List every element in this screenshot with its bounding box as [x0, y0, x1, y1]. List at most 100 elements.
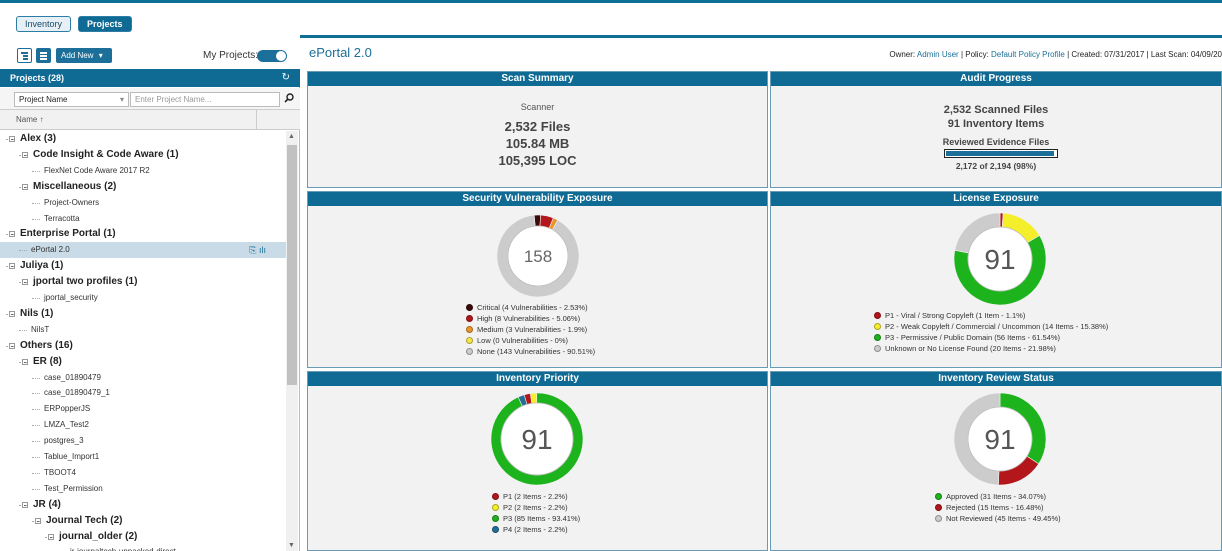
scrollbar-thumb[interactable]: [287, 145, 297, 385]
legend-item: Approved (31 Items - 34.07%): [935, 491, 1061, 502]
legend-dot-icon: [492, 493, 499, 500]
row-action-icons[interactable]: ⎘ ılı: [249, 242, 266, 258]
donut-total: 158: [524, 247, 552, 266]
tree-node-label: journal_older (2): [59, 530, 138, 542]
tree-project-node[interactable]: jr-journaltech-unpacked-direct: [0, 544, 286, 551]
collapse-icon[interactable]: [22, 501, 28, 508]
legend-label: Medium (3 Vulnerabilities - 1.9%): [477, 325, 588, 334]
search-icon[interactable]: [284, 93, 294, 106]
tree-group-node[interactable]: Code Insight & Code Aware (1): [0, 147, 286, 163]
tree-project-node[interactable]: Test_Permission: [0, 481, 286, 497]
collapse-icon[interactable]: [22, 279, 28, 286]
tree-project-node[interactable]: Tablue_Import1: [0, 449, 286, 465]
legend-item: P4 (2 Items - 2.2%): [492, 524, 580, 535]
collapse-icon[interactable]: [22, 358, 28, 365]
tree-project-node[interactable]: TBOOT4: [0, 465, 286, 481]
legend-dot-icon: [935, 493, 942, 500]
reviewed-progress-bar: [944, 149, 1058, 158]
legend-dot-icon: [466, 304, 473, 311]
owner-label: Owner:: [889, 50, 917, 59]
tree-node-label: ePortal 2.0: [31, 245, 70, 255]
collapse-icon[interactable]: [9, 136, 15, 142]
tree-node-label: Miscellaneous (2): [33, 180, 117, 192]
license-title: License Exposure: [771, 192, 1221, 206]
tree-group-node[interactable]: Juliya (1): [0, 258, 286, 274]
priority-legend: P1 (2 Items - 2.2%) P2 (2 Items - 2.2%) P3…: [492, 491, 580, 535]
audit-progress-panel: Audit Progress 2,532 Scanned Files 91 In…: [770, 71, 1222, 188]
policy-link[interactable]: Default Policy Profile: [991, 50, 1065, 59]
tree-node-label: Nils (1): [20, 307, 54, 319]
tree-group-node[interactable]: Miscellaneous (2): [0, 179, 286, 195]
tree-view-button[interactable]: [17, 48, 32, 63]
tree-connector: [32, 377, 40, 379]
scroll-down-icon[interactable]: ▼: [288, 542, 295, 549]
tree-group-node[interactable]: Enterprise Portal (1): [0, 226, 286, 242]
collapse-icon[interactable]: [9, 231, 15, 238]
refresh-icon[interactable]: ↻: [282, 69, 290, 87]
name-column-header[interactable]: Name ↑: [0, 110, 300, 130]
project-name-input[interactable]: Enter Project Name...: [130, 92, 280, 107]
tree-node-label: Enterprise Portal (1): [20, 228, 116, 240]
security-panel: Security Vulnerability Exposure 158 Crit…: [307, 191, 768, 368]
list-view-button[interactable]: [36, 48, 51, 63]
tree-group-node[interactable]: Alex (3): [0, 131, 286, 147]
tree-node-label: ERPopperJS: [44, 404, 91, 414]
tree-project-node[interactable]: postgres_3: [0, 433, 286, 449]
tree-group-node[interactable]: Nils (1): [0, 306, 286, 322]
reviewed-count: 2,172 of 2,194 (98%): [955, 161, 1037, 171]
tree-scrollbar[interactable]: ▲ ▼: [286, 131, 298, 551]
tree-node-label: case_01890479: [44, 372, 101, 382]
tree-connector: [32, 457, 40, 458]
tree-project-node[interactable]: NilsT: [0, 322, 286, 338]
my-projects-label: My Projects:: [203, 50, 259, 61]
filter-row: Project Name ▾ Enter Project Name...: [0, 88, 300, 110]
tree-project-node[interactable]: Project-Owners: [0, 195, 286, 211]
legend-item: P3 (85 Items - 93.41%): [492, 513, 580, 524]
legend-dot-icon: [466, 337, 473, 344]
tree-group-node[interactable]: ER (8): [0, 354, 286, 370]
tree-group-node[interactable]: Others (16): [0, 338, 286, 354]
tree-project-node[interactable]: jportal_security: [0, 290, 286, 306]
tree-node-label: Alex (3): [20, 133, 57, 144]
collapse-icon[interactable]: [22, 151, 28, 158]
legend-dot-icon: [466, 348, 473, 355]
legend-dot-icon: [874, 323, 881, 330]
legend-dot-icon: [874, 334, 881, 341]
legend-item: P1 - Viral / Strong Copyleft (1 Item - 1…: [874, 310, 1108, 321]
tree-node-label: Terracotta: [44, 213, 80, 223]
collapse-icon[interactable]: [35, 517, 41, 524]
scan-summary-panel: Scan Summary Scanner 2,532 Files 105.84 …: [307, 71, 768, 188]
tree-project-node[interactable]: ePortal 2.0 ⎘ ılı: [0, 242, 286, 259]
collapse-icon[interactable]: [22, 183, 28, 190]
tree-group-node[interactable]: JR (4): [0, 497, 286, 513]
collapse-icon[interactable]: [9, 263, 15, 270]
owner-link[interactable]: Admin User: [917, 50, 959, 59]
donut-total: 91: [521, 424, 552, 455]
tree-project-node[interactable]: case_01890479: [0, 370, 286, 386]
collapse-icon[interactable]: [9, 310, 15, 317]
tree-node-label: JR (4): [33, 498, 61, 510]
my-projects-toggle[interactable]: [257, 50, 287, 62]
tree-project-node[interactable]: ERPopperJS: [0, 401, 286, 417]
tree-connector: [32, 425, 40, 427]
reviewed-label: Reviewed Evidence Files: [942, 137, 1050, 147]
tab-inventory[interactable]: Inventory: [16, 16, 72, 32]
tree-project-node[interactable]: Terracotta: [0, 211, 286, 227]
tree-project-node[interactable]: LMZA_Test2: [0, 417, 286, 433]
scroll-up-icon[interactable]: ▲: [288, 133, 295, 140]
legend-item: Low (0 Vulnerabilities - 0%): [466, 335, 595, 346]
tree-connector: [32, 409, 40, 411]
tree-group-node[interactable]: journal_older (2): [0, 529, 286, 545]
collapse-icon[interactable]: [48, 533, 54, 540]
tree-project-node[interactable]: case_01890479_1: [0, 385, 286, 401]
tree-group-node[interactable]: Journal Tech (2): [0, 513, 286, 529]
filter-field-select[interactable]: Project Name ▾: [14, 92, 129, 107]
tree-group-node[interactable]: jportal two profiles (1): [0, 274, 286, 290]
tree-node-label: postgres_3: [44, 436, 84, 446]
tree-project-node[interactable]: FlexNet Code Aware 2017 R2: [0, 163, 286, 179]
tab-projects[interactable]: Projects: [78, 16, 132, 32]
add-new-button[interactable]: Add New ▾: [56, 48, 112, 63]
legend-item: P2 - Weak Copyleft / Commercial / Uncomm…: [874, 321, 1108, 332]
legend-dot-icon: [935, 504, 942, 511]
collapse-icon[interactable]: [9, 342, 15, 349]
